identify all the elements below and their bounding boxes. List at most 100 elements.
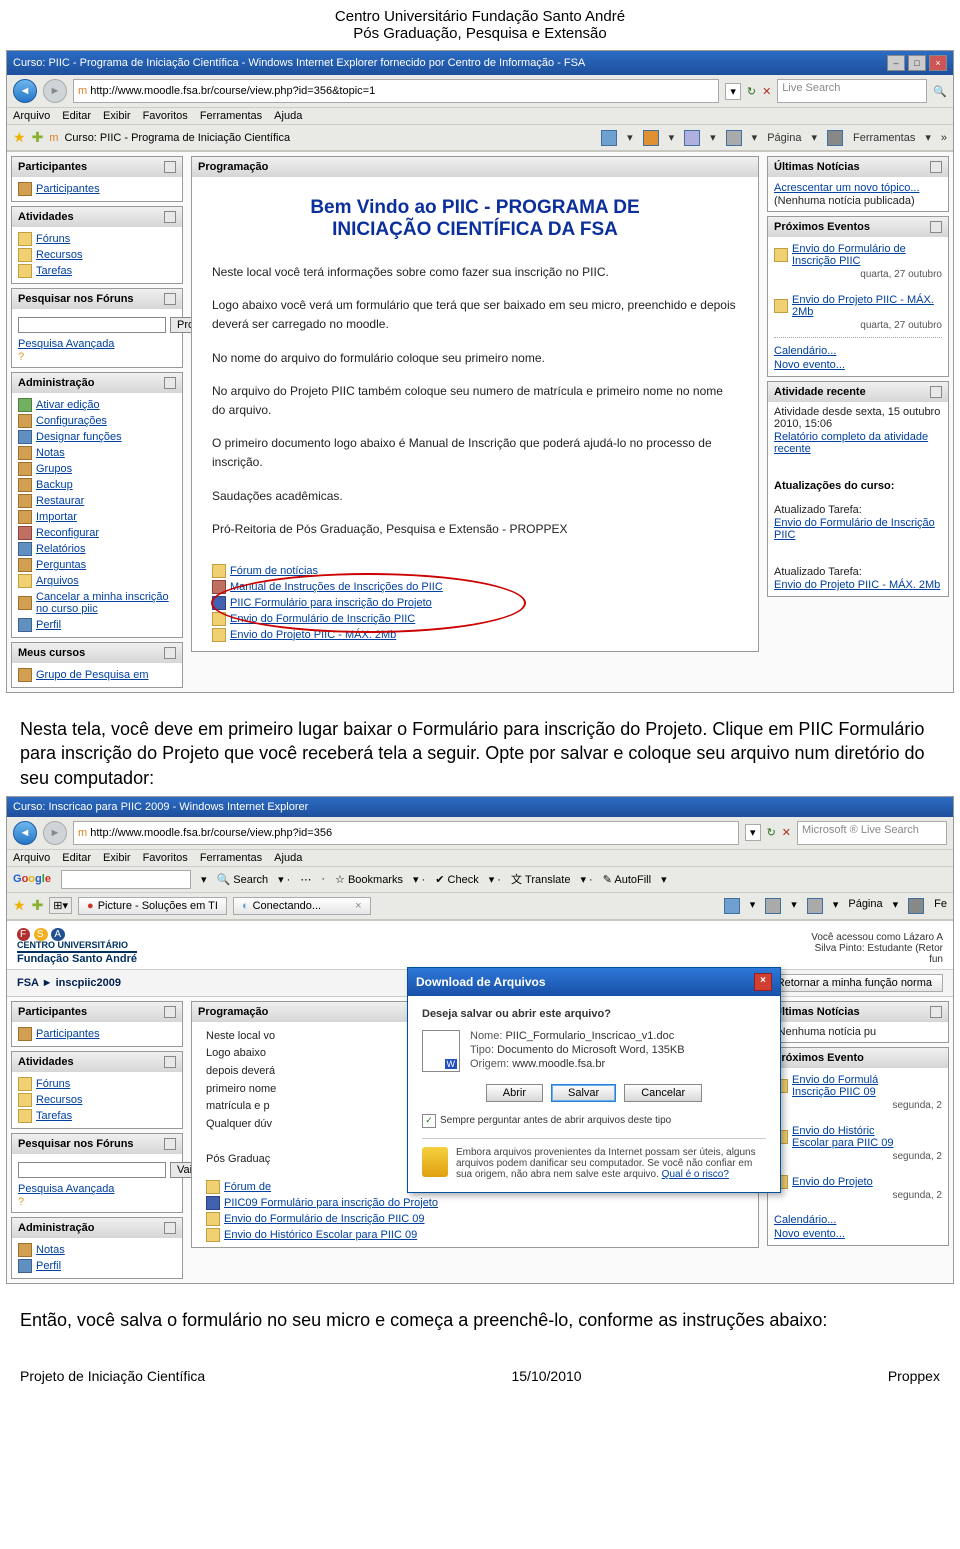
- menu-view[interactable]: Exibir: [103, 852, 131, 864]
- formulario-link[interactable]: PIIC Formulário para inscrição do Projet…: [230, 596, 432, 610]
- url-input[interactable]: m http://www.moodle.fsa.br/course/view.p…: [73, 79, 719, 103]
- refresh-icon[interactable]: ↻: [767, 826, 776, 839]
- link[interactable]: Fórum de: [224, 1180, 271, 1194]
- search-go-icon[interactable]: 🔍: [933, 85, 947, 98]
- print-icon[interactable]: [726, 130, 742, 146]
- event-link[interactable]: Envio do Projeto: [792, 1175, 873, 1189]
- new-event-link[interactable]: Novo evento...: [774, 358, 942, 372]
- collapse-icon[interactable]: [164, 161, 176, 173]
- admin-link[interactable]: Backup: [36, 478, 73, 492]
- admin-link[interactable]: Perfil: [36, 618, 61, 632]
- admin-link[interactable]: Notas: [36, 1243, 65, 1257]
- close-icon[interactable]: ×: [929, 55, 947, 71]
- url-input[interactable]: m http://www.moodle.fsa.br/course/view.p…: [73, 821, 739, 845]
- rss-icon[interactable]: [765, 898, 781, 914]
- collapse-icon[interactable]: [164, 647, 176, 659]
- back-button[interactable]: ◄: [13, 821, 37, 845]
- full-report-link[interactable]: Relatório completo da atividade recente: [774, 430, 942, 456]
- collapse-icon[interactable]: [164, 1138, 176, 1150]
- page-menu[interactable]: Página: [767, 132, 801, 144]
- forum-search-input[interactable]: [18, 1162, 166, 1178]
- google-check[interactable]: Check: [448, 874, 479, 886]
- admin-link[interactable]: Notas: [36, 446, 65, 460]
- new-event-link[interactable]: Novo evento...: [774, 1227, 942, 1241]
- menu-file[interactable]: Arquivo: [13, 110, 50, 122]
- admin-link[interactable]: Relatórios: [36, 542, 86, 556]
- forum-search-input[interactable]: [18, 317, 166, 333]
- tabs-grid-icon[interactable]: ⊞▾: [49, 897, 72, 914]
- collapse-icon[interactable]: [930, 221, 942, 233]
- add-favorite-icon[interactable]: ✚: [32, 897, 44, 914]
- event-link[interactable]: Envio do Históric Escolar para PIIC 09: [792, 1124, 894, 1150]
- mail-icon[interactable]: [684, 130, 700, 146]
- cancel-button[interactable]: Cancelar: [624, 1084, 702, 1102]
- event-link[interactable]: Envio do Formulário de Inscrição PIIC: [792, 242, 942, 268]
- add-topic-link[interactable]: Acrescentar um novo tópico...: [774, 181, 942, 195]
- minimize-icon[interactable]: –: [887, 55, 905, 71]
- breadcrumb[interactable]: FSA ► inscpiic2009: [17, 977, 121, 989]
- envio-form-link[interactable]: Envio do Formulário de Inscrição PIIC: [230, 612, 415, 626]
- envio-projeto-link[interactable]: Envio do Projeto PIIC - MÁX. 2Mb: [230, 628, 396, 642]
- manual-link[interactable]: Manual de Instruções de Inscrições do PI…: [230, 580, 443, 594]
- menu-edit[interactable]: Editar: [62, 110, 91, 122]
- favorites-star-icon[interactable]: ★: [13, 897, 26, 914]
- add-favorite-icon[interactable]: ✚: [32, 129, 44, 146]
- calendar-link[interactable]: Calendário...: [774, 1213, 942, 1227]
- menu-help[interactable]: Ajuda: [274, 110, 302, 122]
- return-role-button[interactable]: Retornar a minha função norma: [766, 974, 943, 992]
- gear-icon[interactable]: [908, 898, 924, 914]
- stop-icon[interactable]: ✕: [762, 85, 771, 98]
- live-search-input[interactable]: Microsoft ® Live Search: [797, 821, 947, 845]
- admin-link[interactable]: Perfil: [36, 1259, 61, 1273]
- google-more-icon[interactable]: ⋯: [300, 873, 311, 886]
- google-search-input[interactable]: [61, 870, 191, 889]
- admin-link[interactable]: Cancelar a minha inscrição no curso piic: [36, 590, 176, 616]
- collapse-icon[interactable]: [164, 211, 176, 223]
- home-icon[interactable]: [724, 898, 740, 914]
- stop-icon[interactable]: ✕: [782, 826, 791, 839]
- forward-button[interactable]: ►: [43, 821, 67, 845]
- live-search-input[interactable]: Live Search: [777, 79, 927, 103]
- menu-help[interactable]: Ajuda: [274, 852, 302, 864]
- admin-link[interactable]: Perguntas: [36, 558, 86, 572]
- event-link[interactable]: Envio do Projeto PIIC - MÁX. 2Mb: [792, 293, 942, 319]
- home-icon[interactable]: [601, 130, 617, 146]
- menu-tools[interactable]: Ferramentas: [200, 110, 262, 122]
- google-translate[interactable]: Translate: [525, 874, 570, 886]
- admin-link[interactable]: Reconfigurar: [36, 526, 99, 540]
- foruns-link[interactable]: Fóruns: [36, 232, 70, 246]
- browser-tab[interactable]: Curso: PIIC - Programa de Iniciação Cien…: [64, 132, 290, 144]
- collapse-icon[interactable]: [930, 386, 942, 398]
- menu-tools[interactable]: Ferramentas: [200, 852, 262, 864]
- collapse-icon[interactable]: [164, 293, 176, 305]
- link[interactable]: PIIC09 Formulário para inscrição do Proj…: [224, 1196, 438, 1210]
- update-link[interactable]: Envio do Projeto PIIC - MÁX. 2Mb: [774, 578, 942, 592]
- page-menu[interactable]: Página: [848, 898, 882, 914]
- link[interactable]: Recursos: [36, 1093, 82, 1107]
- admin-link[interactable]: Restaurar: [36, 494, 84, 508]
- open-button[interactable]: Abrir: [486, 1084, 543, 1102]
- update-link[interactable]: Envio do Formulário de Inscrição PIIC: [774, 516, 942, 542]
- link[interactable]: Envio do Formulário de Inscrição PIIC 09: [224, 1212, 425, 1226]
- collapse-icon[interactable]: [930, 161, 942, 173]
- menu-edit[interactable]: Editar: [62, 852, 91, 864]
- google-autofill[interactable]: AutoFill: [614, 874, 651, 886]
- print-icon[interactable]: [807, 898, 823, 914]
- link[interactable]: Envio do Histórico Escolar para PIIC 09: [224, 1228, 417, 1242]
- admin-link[interactable]: Configurações: [36, 414, 107, 428]
- back-button[interactable]: ◄: [13, 79, 37, 103]
- chevron-right-icon[interactable]: »: [941, 132, 947, 144]
- advanced-search-link[interactable]: Pesquisa Avançada: [18, 1182, 176, 1196]
- admin-link[interactable]: Ativar edição: [36, 398, 100, 412]
- tools-menu[interactable]: Ferramentas: [853, 132, 915, 144]
- favorites-star-icon[interactable]: ★: [13, 129, 26, 146]
- admin-link[interactable]: Grupos: [36, 462, 72, 476]
- always-ask-checkbox[interactable]: ✓: [422, 1114, 436, 1128]
- link[interactable]: Tarefas: [36, 1109, 72, 1123]
- menu-favorites[interactable]: Favoritos: [143, 110, 188, 122]
- collapse-icon[interactable]: [164, 1056, 176, 1068]
- tarefas-link[interactable]: Tarefas: [36, 264, 72, 278]
- menu-view[interactable]: Exibir: [103, 110, 131, 122]
- course-link[interactable]: Grupo de Pesquisa em: [36, 668, 149, 682]
- forum-link[interactable]: Fórum de notícias: [230, 564, 318, 578]
